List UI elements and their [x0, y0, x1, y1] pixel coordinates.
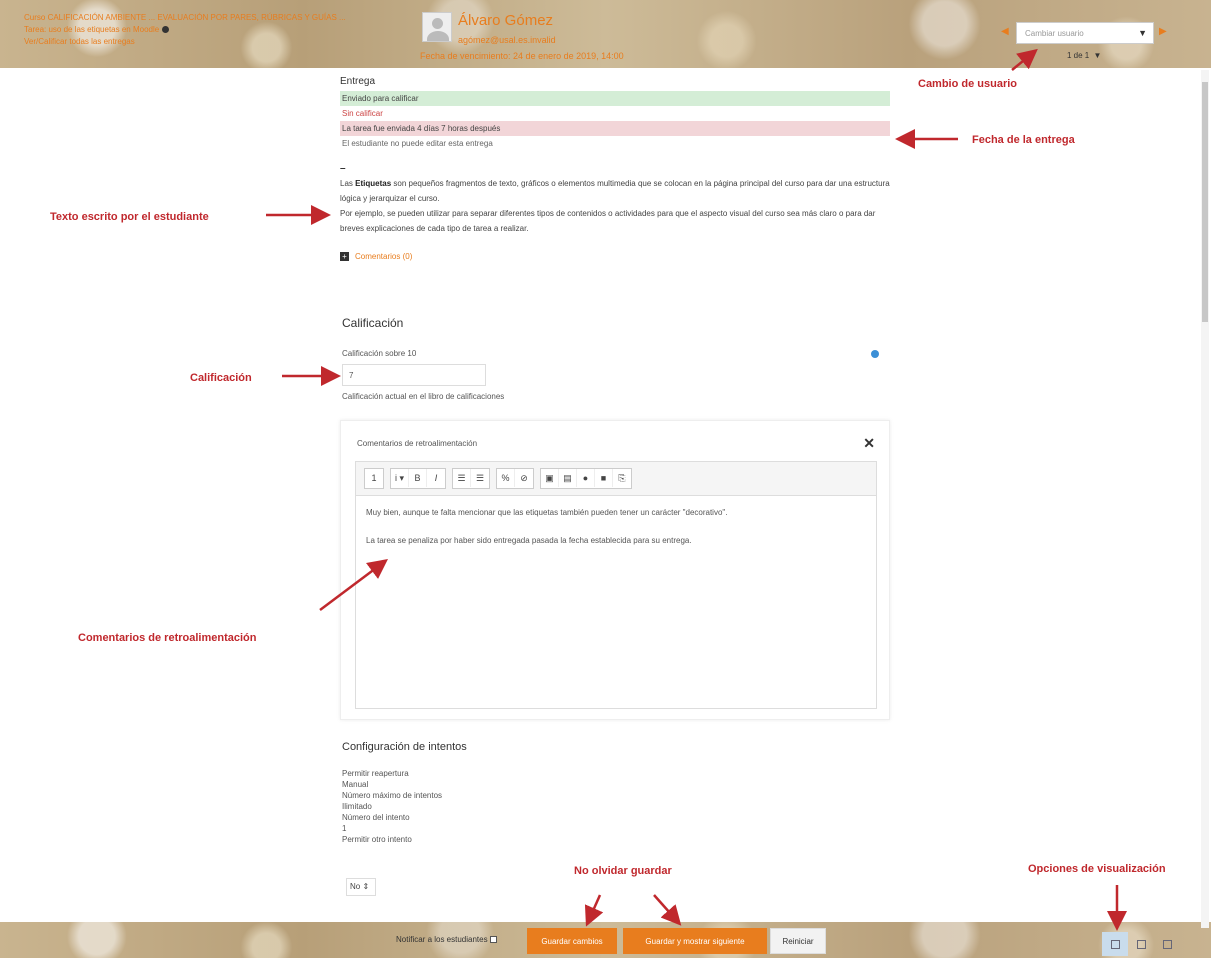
arrow-save-2: [653, 894, 682, 926]
annotation-arrows: [266, 48, 1127, 931]
arrow-user-change: [1011, 48, 1038, 71]
arrow-save-1: [584, 894, 604, 927]
arrow-feedback: [319, 559, 388, 611]
